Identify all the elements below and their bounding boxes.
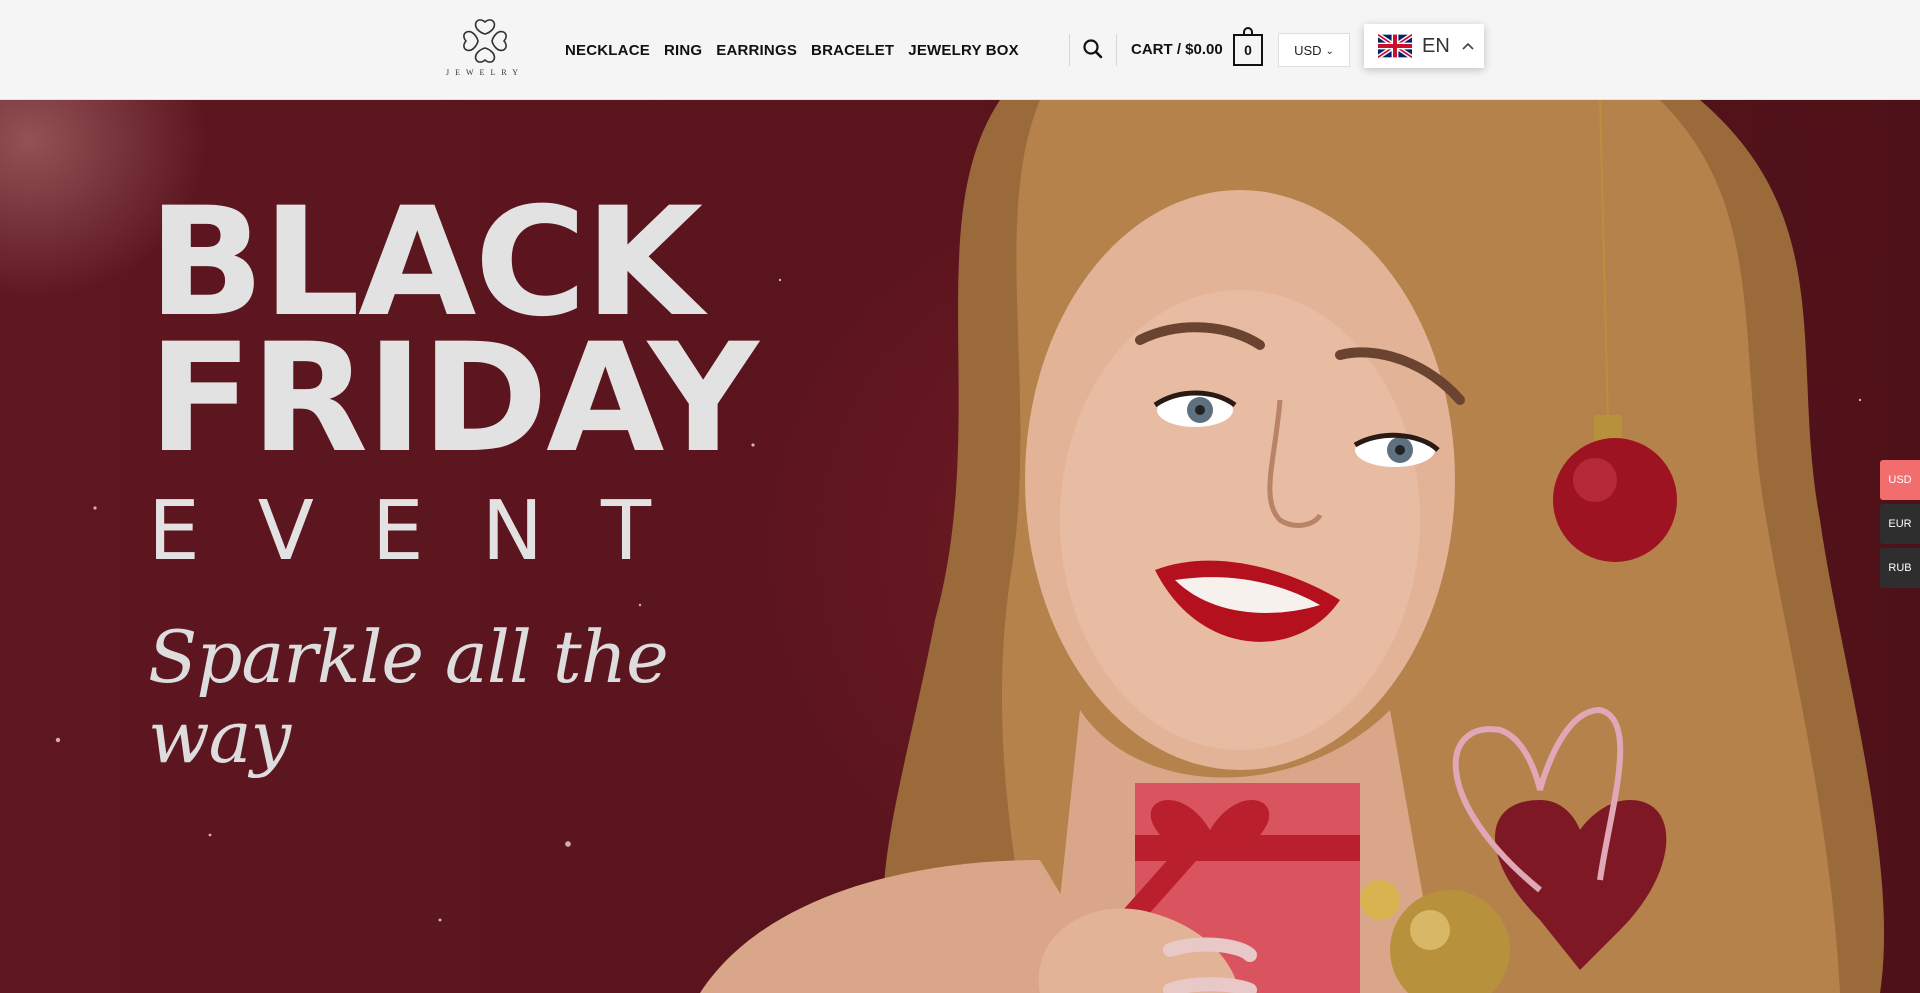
search-icon[interactable] [1082, 38, 1104, 60]
hero-text-block: BLACK FRIDAY EVENT Sparkle all the way [148, 188, 759, 779]
nav-bracelet[interactable]: BRACELET [811, 42, 894, 59]
logo-mark-icon [463, 19, 507, 63]
cart-count: 0 [1244, 42, 1252, 58]
nav-jewelry-box[interactable]: JEWELRY BOX [908, 42, 1019, 59]
currency-select[interactable]: USD ⌄ [1278, 33, 1350, 67]
hero-headline-friday: FRIDAY [148, 312, 759, 486]
chevron-down-icon: ⌄ [1325, 45, 1334, 57]
hero-banner[interactable]: BLACK FRIDAY EVENT Sparkle all the way [0, 100, 1920, 993]
side-currency-eur[interactable]: EUR [1880, 504, 1920, 544]
chevron-up-icon [1462, 42, 1474, 50]
language-code: EN [1422, 34, 1450, 57]
side-currency-rub[interactable]: RUB [1880, 548, 1920, 588]
hero-tagline: Sparkle all the way [148, 615, 669, 779]
nav-earrings[interactable]: EARRINGS [716, 42, 797, 59]
side-currency-switcher: USD EUR RUB [1880, 460, 1920, 592]
cart-count-badge[interactable]: 0 [1233, 27, 1263, 66]
header-divider [1069, 34, 1070, 66]
site-header: JEWELRY NECKLACE RING EARRINGS BRACELET … [0, 0, 1920, 100]
logo-text: JEWELRY [446, 68, 524, 77]
cart-bag-handle [1243, 27, 1253, 35]
currency-select-value: USD [1294, 42, 1322, 58]
main-nav: NECKLACE RING EARRINGS BRACELET JEWELRY … [565, 0, 1019, 100]
hero-headline-black: BLACK [148, 176, 703, 350]
cart-link[interactable]: CART / $0.00 [1131, 41, 1223, 58]
site-logo[interactable]: JEWELRY [445, 16, 525, 82]
nav-ring[interactable]: RING [664, 42, 702, 59]
hero-event-word: EVENT [148, 484, 710, 579]
header-divider [1116, 34, 1117, 66]
side-currency-usd[interactable]: USD [1880, 460, 1920, 500]
language-switcher[interactable]: EN [1364, 24, 1484, 68]
nav-necklace[interactable]: NECKLACE [565, 42, 650, 59]
uk-flag-icon [1378, 33, 1412, 59]
